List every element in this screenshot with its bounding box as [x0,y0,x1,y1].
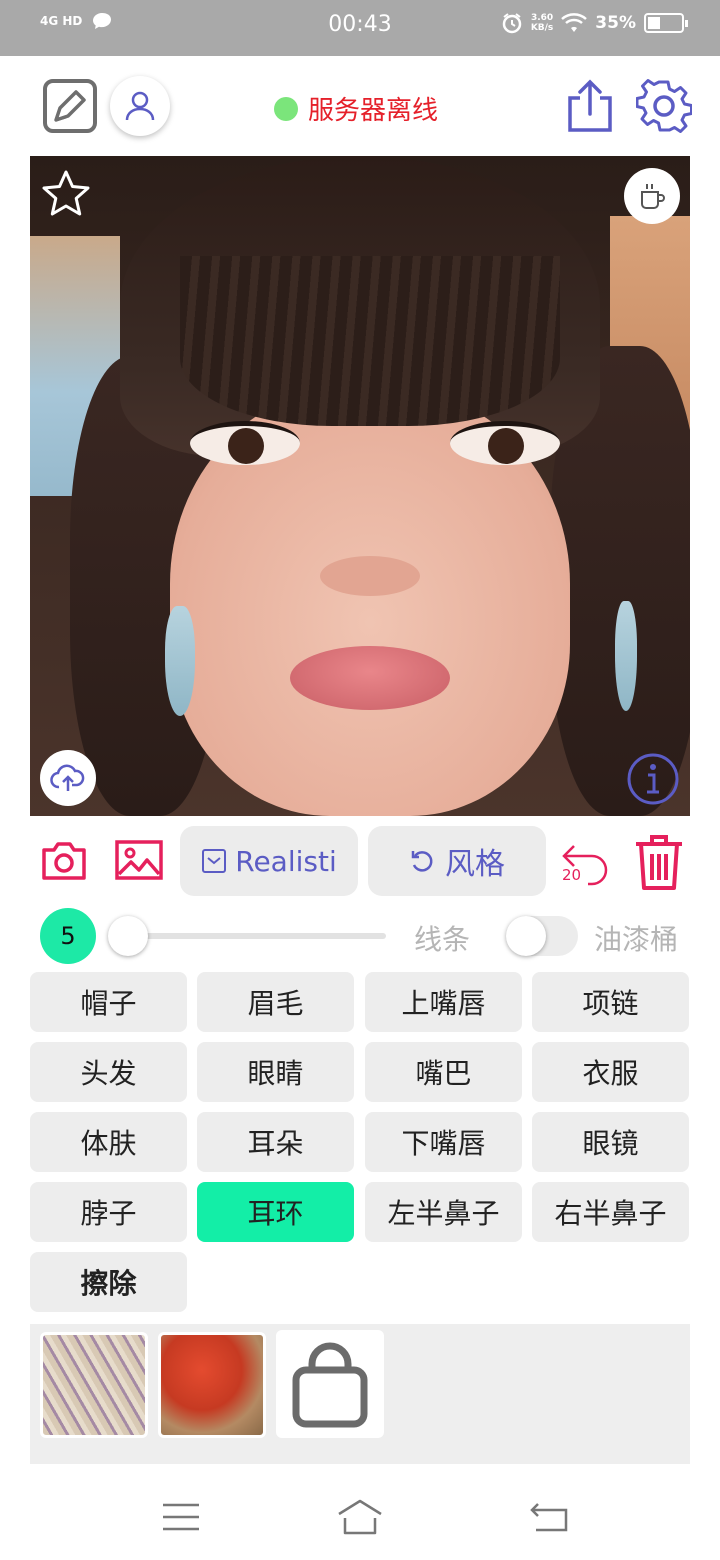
brush-size-badge: 5 [40,908,96,964]
style-button[interactable]: 风格 [368,826,546,896]
lips [290,646,450,710]
status-bar: 4G HD 00:43 3.60 KB/s 35% [0,0,720,56]
nose [320,556,420,596]
refresh-icon [411,851,433,872]
camera-icon[interactable] [40,838,88,882]
network-speed: 3.60 KB/s [531,13,553,33]
model-select-button[interactable]: Realisti [180,826,358,896]
part-button[interactable]: 右半鼻子 [532,1182,689,1242]
battery-percent: 35% [595,13,636,33]
info-icon[interactable] [626,752,680,806]
server-status: 服务器离线 [274,90,438,127]
part-button[interactable]: 下嘴唇 [365,1112,522,1172]
portrait-image[interactable] [30,156,690,816]
left-earring [165,606,195,716]
part-button[interactable]: 眉毛 [197,972,354,1032]
server-status-text: 服务器离线 [308,96,439,126]
share-icon[interactable] [564,78,616,134]
model-label: Realisti [235,844,337,878]
part-button[interactable]: 耳环 [197,1182,354,1242]
favorite-star-icon[interactable] [40,168,92,220]
part-button[interactable]: 擦除 [30,1252,187,1312]
home-icon[interactable] [336,1498,384,1536]
battery-icon [644,13,688,33]
right-earring [615,601,637,711]
top-toolbar: 服务器离线 [0,56,720,156]
user-icon [125,91,155,121]
system-nav-bar [0,1470,720,1560]
part-button[interactable]: 脖子 [30,1182,187,1242]
part-button[interactable]: 眼镜 [532,1112,689,1172]
texture-thumbnail[interactable] [40,1332,148,1438]
gallery-icon[interactable] [114,838,164,882]
part-button[interactable]: 耳朵 [197,1112,354,1172]
brush-controls: 5 线条 油漆桶 [0,906,720,966]
shopping-bag-icon [292,1342,368,1428]
part-button[interactable]: 衣服 [532,1042,689,1102]
back-icon[interactable] [528,1500,570,1534]
action-row: Realisti 风格 20 [0,826,720,896]
edit-icon[interactable] [42,78,98,134]
cloud-upload-icon [50,764,85,791]
upload-button[interactable] [40,750,96,806]
network-speed-unit: KB/s [530,23,554,33]
network-speed-value: 3.60 [530,13,554,23]
part-button[interactable]: 眼睛 [197,1042,354,1102]
left-eye [190,421,300,465]
part-button[interactable]: 上嘴唇 [365,972,522,1032]
user-button[interactable] [110,76,170,136]
alarm-icon [502,13,522,34]
brush-size-slider[interactable] [126,933,386,939]
coffee-cup-icon [641,184,665,209]
part-button[interactable]: 项链 [532,972,689,1032]
shop-button[interactable] [276,1330,384,1438]
coffee-button[interactable] [624,168,680,224]
wifi-icon [561,13,588,32]
part-button[interactable]: 嘴巴 [365,1042,522,1102]
bucket-mode-label: 油漆桶 [594,923,679,956]
undo-count: 20 [562,866,582,884]
part-button[interactable]: 头发 [30,1042,187,1102]
fill-mode-toggle[interactable] [506,916,578,956]
part-button[interactable]: 左半鼻子 [365,1182,522,1242]
menu-icon[interactable] [160,1500,202,1534]
part-button[interactable]: 体肤 [30,1112,187,1172]
style-label: 风格 [445,847,505,882]
dropdown-box-icon [202,849,227,873]
texture-thumbnail[interactable] [158,1332,266,1438]
line-mode-label: 线条 [414,923,471,956]
settings-icon[interactable] [636,78,692,134]
part-button[interactable]: 帽子 [30,972,187,1032]
texture-strip [30,1324,690,1464]
right-eye [450,421,560,465]
slider-thumb[interactable] [108,916,148,956]
status-dot [274,96,298,121]
trash-icon[interactable] [632,832,686,892]
